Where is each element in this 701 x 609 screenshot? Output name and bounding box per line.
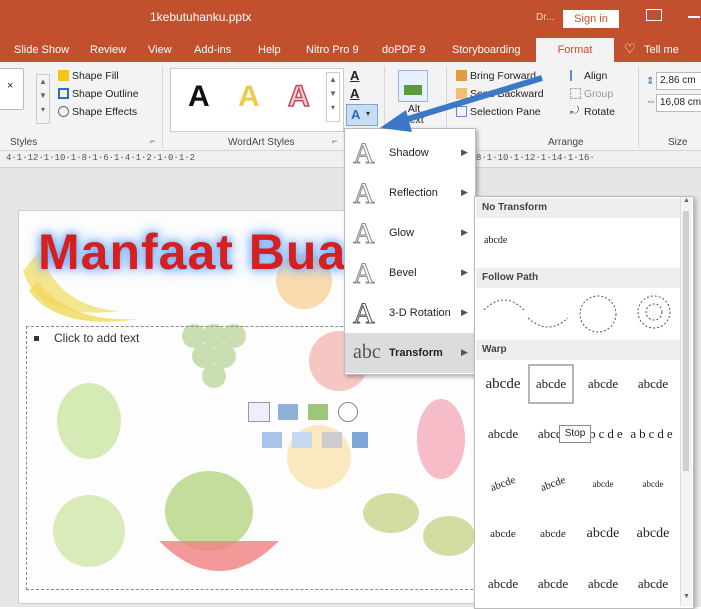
slide-title-wordart[interactable]: Manfaat Bua (38, 223, 346, 281)
shape-effects-button[interactable]: Shape Effects (72, 106, 137, 118)
tab-storyboarding[interactable]: Storyboarding (452, 44, 521, 56)
warp-option[interactable]: abcde (580, 364, 626, 404)
no-transform-header: No Transform (476, 198, 680, 218)
warp-header: Warp (476, 340, 680, 360)
tab-view[interactable]: View (148, 44, 172, 56)
menu-item-3d-rotation[interactable]: A 3-D Rotation ▶ (345, 293, 475, 333)
warp-option[interactable]: abcde (630, 564, 676, 604)
wordart-dialog-launcher-icon[interactable]: ⌐ (332, 136, 337, 146)
gallery-scrollbar[interactable]: ▲ ▼ (680, 197, 692, 606)
warp-option[interactable]: abcde (630, 414, 676, 454)
insert-content-icons (248, 402, 378, 458)
warp-option[interactable]: abcde (530, 514, 576, 554)
rotate-button[interactable]: Rotate (584, 106, 615, 118)
minimize-icon[interactable] (688, 16, 700, 18)
bullet-icon (34, 336, 39, 341)
transform-icon: abc (353, 341, 381, 363)
insert-3d-model-icon[interactable] (338, 402, 358, 422)
shape-styles-scroll[interactable]: ▲ ▼ ▾ (36, 74, 50, 124)
text-effects-icon: A (351, 107, 361, 122)
height-icon: ⇕ (646, 76, 655, 87)
tab-review[interactable]: Review (90, 44, 126, 56)
tab-help[interactable]: Help (258, 44, 281, 56)
shadow-icon: A (353, 137, 376, 171)
glow-icon: A (353, 217, 376, 251)
insert-picture-icon[interactable] (262, 432, 282, 448)
reflection-icon: A (353, 177, 376, 211)
text-fill-icon[interactable]: A (350, 68, 359, 83)
document-title: 1kebutuhanku.pptx (150, 10, 252, 24)
shape-outline-icon (58, 88, 69, 99)
height-field[interactable]: 2,86 cm (656, 72, 701, 90)
align-icon (570, 70, 581, 81)
title-bar: 1kebutuhanku.pptx Dr... Sign in (0, 0, 701, 36)
menu-item-transform[interactable]: abc Transform ▶ (345, 333, 475, 373)
tooltip: Stop (559, 425, 591, 443)
warp-option[interactable]: abcde (530, 564, 576, 604)
user-name: Dr... (536, 12, 555, 23)
warp-option[interactable]: abcde (630, 364, 676, 404)
tab-slide-show[interactable]: Slide Show (14, 44, 69, 56)
3d-rotation-icon: A (353, 297, 376, 331)
wordart-styles-group-label: WordArt Styles (228, 137, 295, 148)
shape-outline-button[interactable]: Shape Outline (72, 88, 139, 100)
group-button[interactable]: Group (584, 88, 613, 100)
wordart-scroll[interactable]: ▲ ▼ ▾ (326, 72, 340, 122)
tutorial-arrow (380, 75, 543, 132)
shape-fill-button[interactable]: Shape Fill (72, 70, 119, 82)
ribbon-tabs: Slide Show Review View Add-ins Help Nitr… (0, 36, 701, 62)
warp-option[interactable]: abcde (580, 514, 626, 554)
shape-fill-icon (58, 70, 69, 81)
wordart-style-black[interactable]: A (188, 80, 210, 114)
dialog-launcher-icon[interactable]: ⌐ (150, 136, 155, 146)
width-icon: ⇔ (646, 96, 656, 107)
separator (162, 66, 163, 148)
tab-format[interactable]: Format (536, 38, 614, 62)
warp-option[interactable]: abcde (630, 514, 676, 554)
shape-effects-icon (58, 106, 69, 117)
size-group-label: Size (668, 137, 688, 148)
lightbulb-icon: ♡ (624, 41, 636, 56)
no-transform-option[interactable]: abcde (484, 226, 534, 256)
styles-group-label: Styles (10, 137, 38, 148)
bevel-icon: A (353, 257, 376, 291)
separator (638, 66, 639, 148)
insert-chart-icon[interactable] (278, 404, 298, 420)
wordart-style-gold[interactable]: A (238, 80, 260, 114)
menu-item-glow[interactable]: A Glow ▶ (345, 213, 475, 253)
tab-nitro[interactable]: Nitro Pro 9 (306, 44, 359, 56)
menu-item-bevel[interactable]: A Bevel ▶ (345, 253, 475, 293)
text-outline-icon[interactable]: A (350, 86, 359, 101)
insert-smartart-icon[interactable] (308, 404, 328, 420)
placeholder-text[interactable]: Click to add text (54, 331, 139, 345)
follow-path-options[interactable] (476, 288, 680, 340)
menu-item-reflection[interactable]: A Reflection ▶ (345, 173, 475, 213)
warp-option-selected[interactable]: abcde (528, 364, 574, 404)
tab-dopdf[interactable]: doPDF 9 (382, 44, 425, 56)
tell-me-search[interactable]: Tell me (644, 44, 679, 56)
warp-option[interactable]: abcde (480, 564, 526, 604)
insert-video-icon[interactable] (322, 432, 342, 448)
insert-online-picture-icon[interactable] (292, 432, 312, 448)
align-button[interactable]: Align (584, 70, 607, 82)
group-icon (570, 88, 581, 99)
warp-option[interactable]: abcde (580, 464, 626, 504)
warp-option[interactable]: abcde (480, 414, 526, 454)
width-field[interactable]: 16,08 cm (656, 94, 701, 112)
shape-style-preview[interactable]: × (0, 68, 24, 110)
scroll-thumb[interactable] (683, 211, 689, 471)
tab-add-ins[interactable]: Add-ins (194, 44, 231, 56)
warp-option[interactable]: abcde (580, 564, 626, 604)
warp-option[interactable]: abcde (480, 364, 526, 404)
insert-icons-icon[interactable] (352, 432, 368, 448)
wordart-style-outline[interactable]: A (287, 79, 310, 114)
warp-option[interactable]: abcde (480, 514, 526, 554)
text-effects-menu: A Shadow ▶ A Reflection ▶ A Glow ▶ A Bevel ▶… (344, 128, 476, 375)
warp-option[interactable]: abcde (630, 464, 676, 504)
follow-path-header: Follow Path (476, 268, 680, 288)
ribbon-display-options-icon[interactable] (646, 9, 662, 21)
rotate-icon: ⤾ (570, 105, 580, 117)
insert-table-icon[interactable] (248, 402, 270, 422)
sign-in-button[interactable]: Sign in (563, 10, 619, 28)
